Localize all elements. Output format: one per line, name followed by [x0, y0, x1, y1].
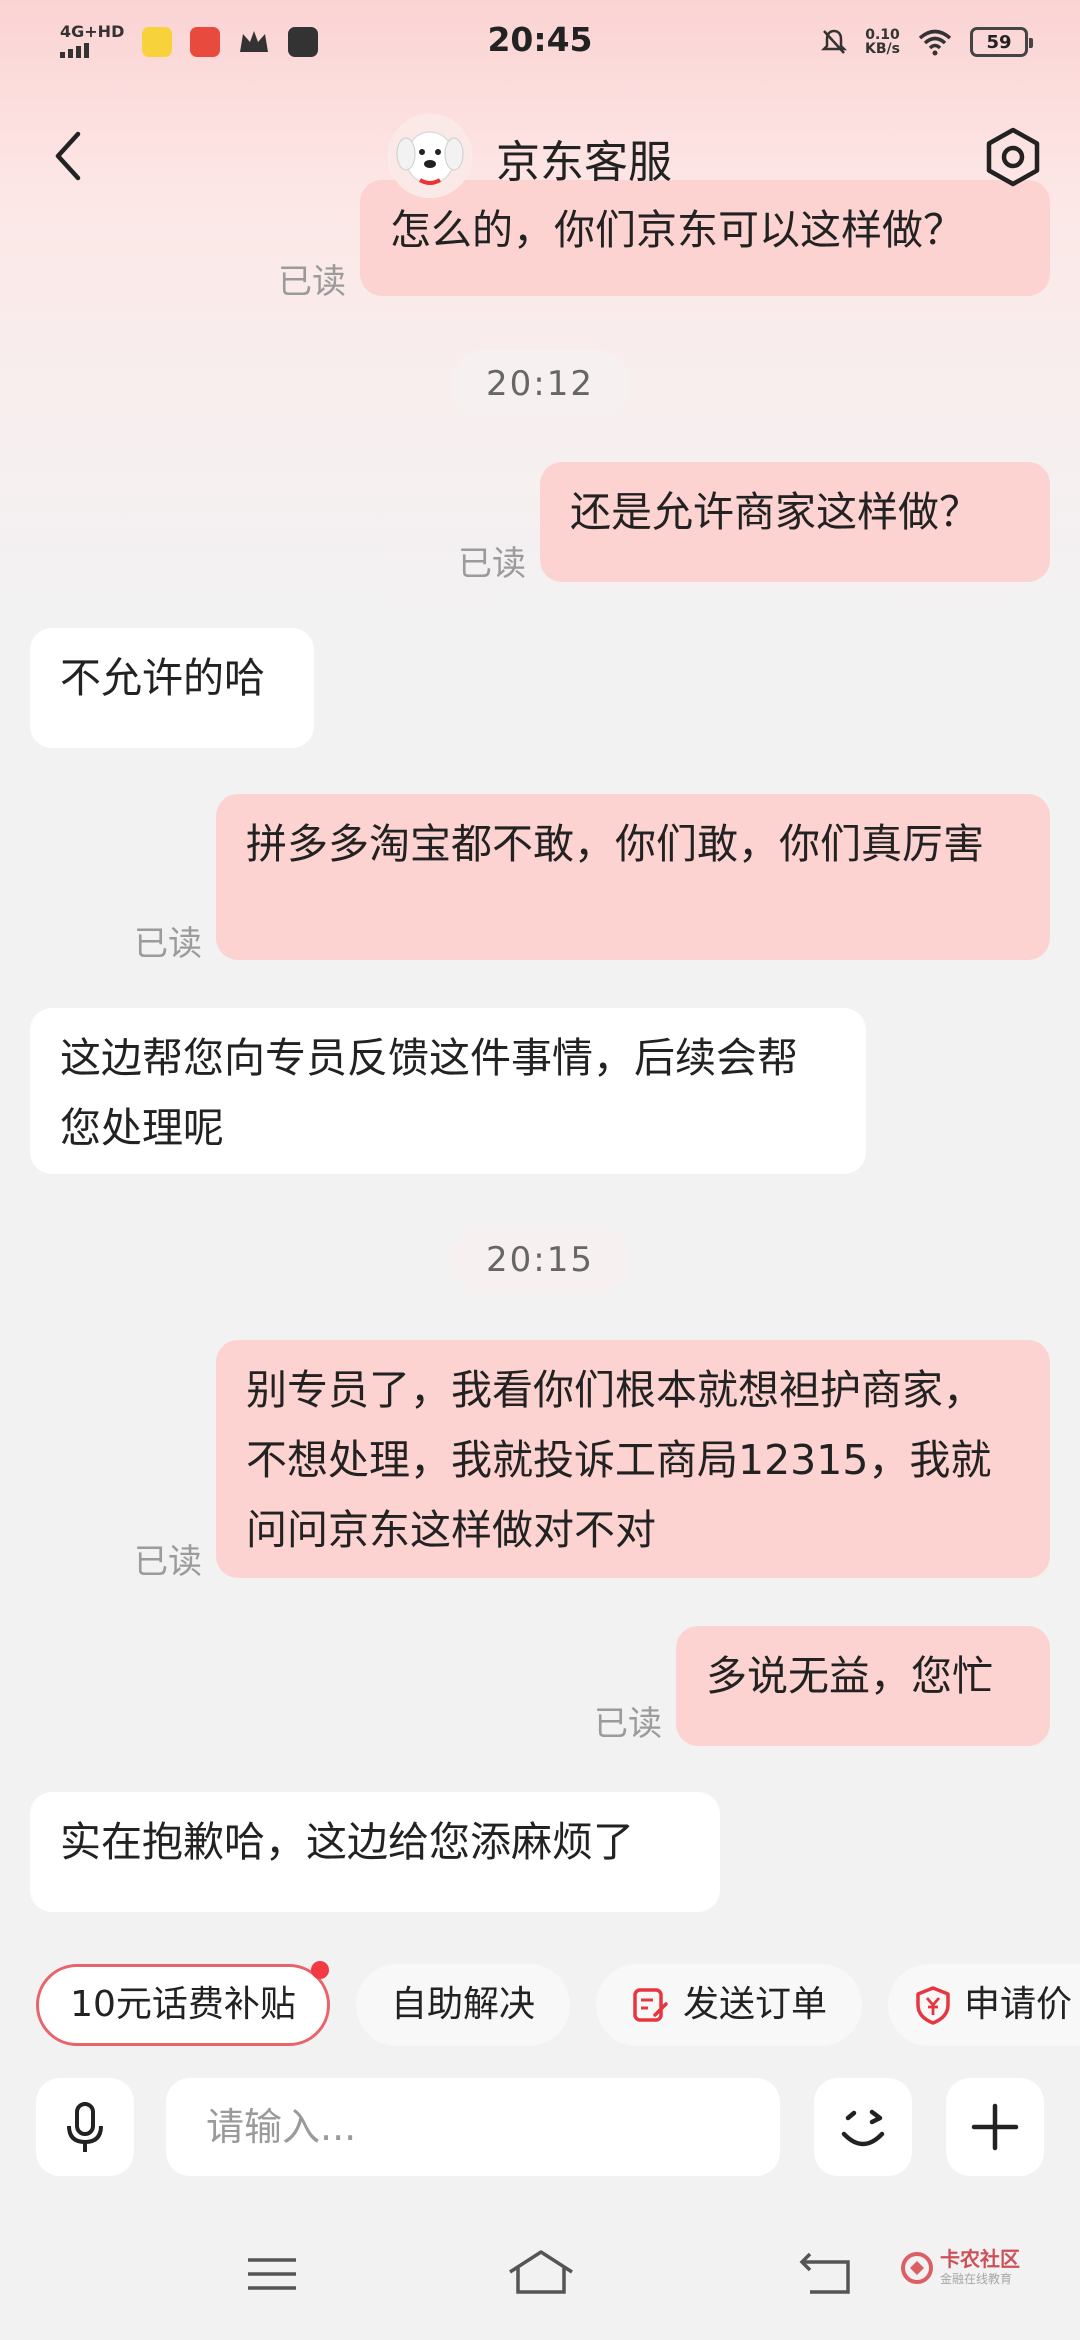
message-bubble-received[interactable]: 实在抱歉哈，这边给您添麻烦了	[30, 1792, 720, 1912]
wifi-icon	[918, 29, 952, 56]
timestamp-divider: 20:12	[450, 350, 630, 418]
message-bubble-sent[interactable]: 多说无益，您忙	[676, 1626, 1050, 1746]
back-arrow-icon[interactable]	[42, 126, 102, 186]
message-app-icon	[288, 27, 319, 57]
quick-action-price-protect[interactable]: 申请价	[888, 1964, 1080, 2046]
jd-dog-avatar-icon	[388, 114, 472, 198]
message-bubble-received[interactable]: 这边帮您向专员反馈这件事情，后续会帮您处理呢	[30, 1008, 866, 1174]
back-return-icon[interactable]	[796, 2246, 856, 2302]
message-input[interactable]: 请输入...	[166, 2078, 780, 2176]
chat-title: 京东客服	[496, 137, 672, 188]
order-edit-icon	[633, 1988, 668, 2022]
notification-app-icon	[190, 27, 221, 57]
quick-action-phone-subsidy[interactable]: 10元话费补贴	[36, 1961, 330, 2046]
chat-header: 京东客服	[0, 100, 1080, 220]
chat-messages-area[interactable]: 怎么的，你们京东可以这样做？ 已读 20:12 还是允许商家这样做？ 已读 不允…	[0, 180, 1080, 1920]
network-indicator: 4G+HD	[60, 21, 125, 61]
read-receipt: 已读	[278, 262, 346, 302]
message-bubble-received[interactable]: 不允许的哈	[30, 628, 314, 748]
network-label: 4G+HD	[60, 21, 125, 41]
read-receipt: 已读	[458, 544, 526, 584]
notification-app-icon	[142, 27, 173, 57]
quick-action-self-service[interactable]: 自助解决	[356, 1964, 570, 2046]
battery-indicator: 59	[970, 27, 1033, 57]
price-protect-icon	[916, 1986, 950, 2025]
message-input-bar[interactable]: 请输入...	[0, 2078, 1080, 2182]
crown-icon	[240, 31, 269, 52]
message-bubble-sent[interactable]: 还是允许商家这样做？	[540, 462, 1050, 582]
status-bar: 4G+HD 0.10 KB/s 59	[0, 0, 1080, 84]
microphone-icon	[67, 2102, 103, 2152]
emoji-button[interactable]	[814, 2078, 912, 2176]
home-icon[interactable]	[506, 2246, 576, 2302]
menu-lines-icon[interactable]	[242, 2246, 302, 2302]
status-right-icons: 0.10 KB/s 59	[821, 27, 1033, 57]
read-receipt: 已读	[134, 1542, 202, 1582]
mute-bell-icon	[821, 29, 848, 54]
notification-dot	[311, 1961, 329, 1979]
quick-actions-bar[interactable]: 10元话费补贴 自助解决 发送订单 申请价	[0, 1961, 1080, 2046]
timestamp-divider: 20:15	[450, 1226, 630, 1294]
read-receipt: 已读	[594, 1704, 662, 1744]
status-left-icons: 4G+HD	[60, 21, 319, 61]
message-bubble-sent[interactable]: 别专员了，我看你们根本就想袒护商家，不想处理，我就投诉工商局12315，我就问问…	[216, 1340, 1050, 1578]
community-watermark: 卡农社区 金融在线教育	[900, 2248, 1020, 2287]
message-bubble-sent[interactable]: 拼多多淘宝都不敢，你们敢，你们真厉害	[216, 794, 1050, 960]
quick-action-send-order[interactable]: 发送订单	[596, 1964, 862, 2046]
read-receipt: 已读	[134, 924, 202, 964]
voice-input-button[interactable]	[36, 2078, 134, 2176]
emoji-wink-icon	[841, 2109, 885, 2147]
watermark-logo-icon	[901, 2251, 933, 2284]
plus-button[interactable]	[946, 2078, 1044, 2176]
plus-icon	[971, 2103, 1019, 2151]
network-speed: 0.10 KB/s	[865, 27, 900, 57]
settings-hexagon-icon[interactable]	[982, 126, 1044, 188]
signal-bars-icon	[60, 42, 89, 58]
watermark-text: 卡农社区 金融在线教育	[940, 2247, 1020, 2286]
